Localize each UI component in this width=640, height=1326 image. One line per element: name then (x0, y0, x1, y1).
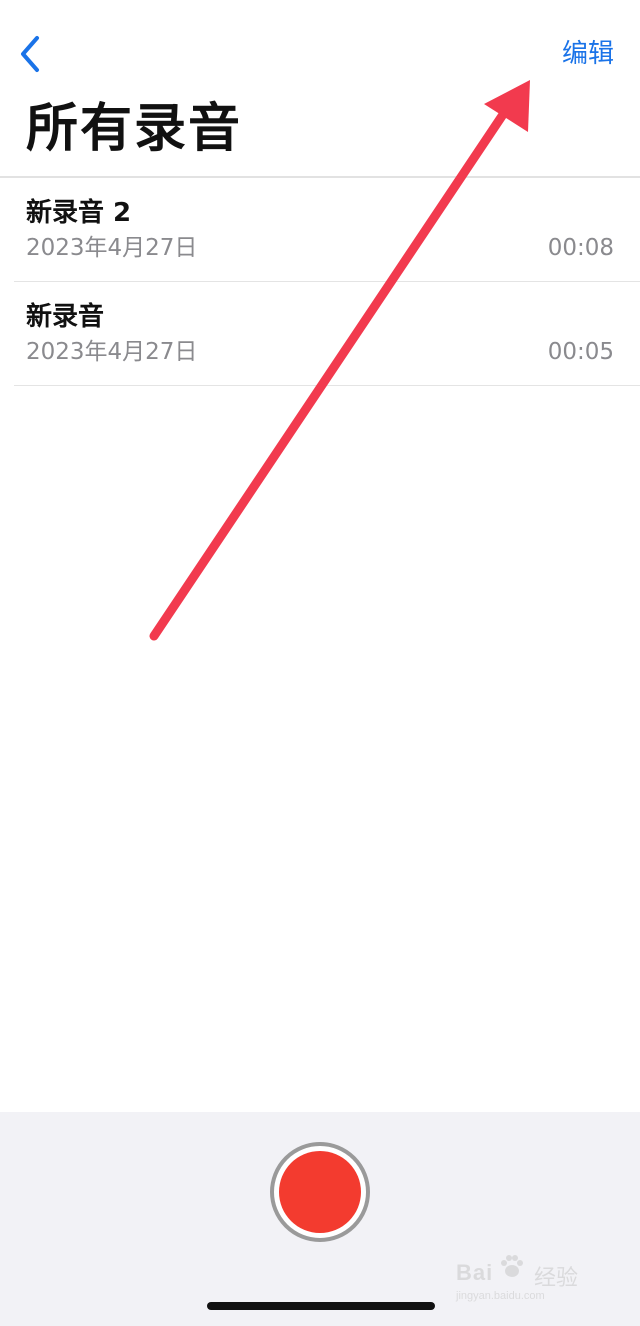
watermark: Bai 经验 jingyan.baidu.com (456, 1250, 606, 1310)
recording-duration: 00:08 (547, 235, 614, 261)
watermark-url: jingyan.baidu.com (456, 1290, 545, 1302)
watermark-suffix: 经验 (534, 1266, 579, 1291)
edit-button[interactable]: 编辑 (562, 36, 614, 72)
recording-duration: 00:05 (547, 339, 614, 365)
recording-date: 2023年4月27日 (26, 235, 198, 261)
watermark-brand: Bai (456, 1260, 494, 1285)
voice-memos-screen: 编辑 所有录音 新录音 2 2023年4月27日 00:08 新录音 2023年… (0, 0, 640, 1326)
row-divider (14, 385, 640, 386)
record-icon (279, 1151, 361, 1233)
page-title: 所有录音 (26, 99, 243, 159)
navigation-bar: 编辑 (0, 0, 640, 100)
paw-icon (501, 1255, 523, 1277)
recording-item[interactable]: 新录音 2 2023年4月27日 00:08 (0, 178, 640, 282)
recording-list: 新录音 2 2023年4月27日 00:08 新录音 2023年4月27日 00… (0, 178, 640, 386)
recording-name: 新录音 (26, 302, 105, 332)
record-button[interactable] (270, 1142, 370, 1242)
recording-name: 新录音 2 (26, 198, 132, 228)
home-indicator[interactable] (207, 1302, 435, 1310)
recording-date: 2023年4月27日 (26, 339, 198, 365)
recording-item[interactable]: 新录音 2023年4月27日 00:05 (0, 282, 640, 386)
back-button[interactable] (8, 30, 52, 78)
chevron-left-icon (21, 36, 39, 72)
